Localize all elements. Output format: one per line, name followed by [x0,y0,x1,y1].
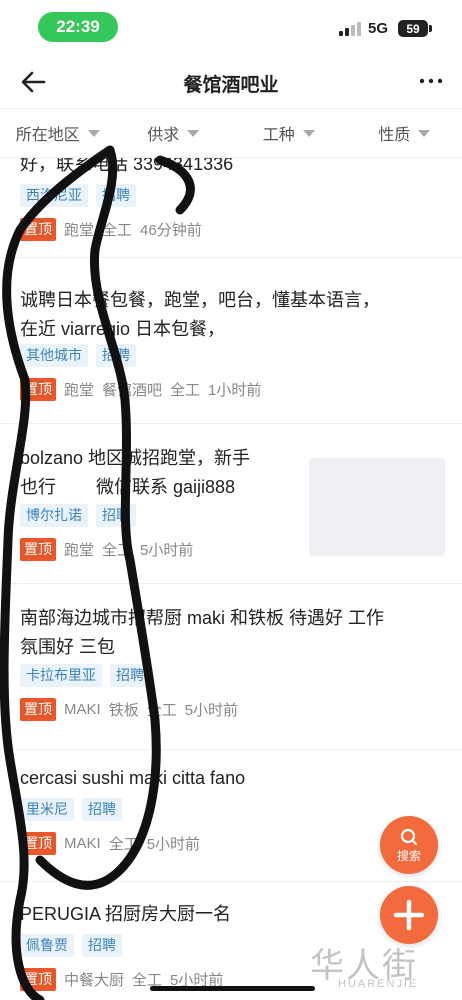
filter-region[interactable]: 所在地区 [0,109,116,157]
filter-label: 供求 [147,127,180,144]
listing-item[interactable]: 好，联系电话 3394341336 西洛尼亚 招聘 置顶 跑堂 全工 46分钟前 [0,158,462,258]
status-bar: 22:39 5G 59 [0,0,462,56]
listing-title-line: 也行 微信联系 gaiji888 [20,477,236,497]
battery-tip [429,25,432,32]
watermark-subtext: HUARENJIE [338,978,419,990]
meta-time: 46分钟前 [140,222,202,239]
more-options-icon[interactable] [416,66,446,96]
filter-nature[interactable]: 性质 [347,109,462,157]
listing-meta: 置顶 跑堂 全工 5小时前 [20,538,193,561]
type-tag[interactable]: 招聘 [82,798,122,821]
nav-bar: 餐馆酒吧业 [0,56,462,108]
add-post-fab[interactable] [380,886,438,944]
caret-down-icon [87,129,100,137]
listing-meta: 置顶 MAKI 全工 5小时前 [20,832,200,855]
type-tag[interactable]: 招聘 [96,184,136,207]
listing-title-line: cercasi sushi maki citta fano [20,768,246,788]
pinned-badge: 置顶 [20,218,56,241]
listing-title-line: 南部海边城市招帮厨 maki 和铁板 待遇好 工作 [20,608,385,628]
region-tag[interactable]: 卡拉布里亚 [20,664,102,687]
meta-field: 全工 [146,702,177,719]
listing-title-line: bolzano 地区诚招跑堂，新手 [20,448,251,468]
listing-title-line: 好，联系电话 3394341336 [20,158,234,174]
listing-meta: 置顶 跑堂 全工 46分钟前 [20,218,202,241]
type-tag[interactable]: 招聘 [96,344,136,367]
search-icon [400,828,418,845]
meta-time: 1小时前 [208,382,262,399]
meta-field: 跑堂 [64,542,95,559]
type-tag[interactable]: 招聘 [96,504,136,527]
signal-icon [339,22,361,36]
meta-field: 全工 [102,542,133,559]
meta-field: MAKI [64,835,101,852]
listing-item[interactable]: bolzano 地区诚招跑堂，新手 也行 微信联系 gaiji888 博尔扎诺 … [0,424,462,584]
listing-item[interactable]: 南部海边城市招帮厨 maki 和铁板 待遇好 工作 氛围好 三包 卡拉布里亚 招… [0,584,462,750]
pinned-badge: 置顶 [20,378,56,401]
listing-title-line: 在近 viarregio 日本包餐， [20,319,226,339]
listing-tags: 卡拉布里亚 招聘 [20,664,150,687]
listing-tags: 佩鲁贾 招聘 [20,934,122,957]
listing-list: 好，联系电话 3394341336 西洛尼亚 招聘 置顶 跑堂 全工 46分钟前… [0,158,462,1000]
meta-field: 跑堂 [64,382,95,399]
listing-title: 好，联系电话 3394341336 [20,158,233,179]
meta-time: 5小时前 [184,702,239,719]
meta-field: 铁板 [108,702,139,719]
status-time: 22:39 [38,12,118,42]
type-tag[interactable]: 招聘 [82,934,122,957]
listing-meta: 置顶 MAKI 铁板 全工 5小时前 [20,698,238,721]
listing-tags: 里米尼 招聘 [20,798,122,821]
meta-field: 跑堂 [64,222,95,239]
page-title: 餐馆酒吧业 [183,75,279,96]
type-tag[interactable]: 招聘 [110,664,150,687]
filter-label: 工种 [262,127,295,144]
filter-label: 所在地区 [15,127,80,144]
pinned-badge: 置顶 [20,968,56,991]
meta-time: 5小时前 [140,542,194,559]
region-tag[interactable]: 佩鲁贾 [20,934,74,957]
listing-meta: 置顶 跑堂 餐馆酒吧 全工 1小时前 [20,378,261,401]
region-tag[interactable]: 里米尼 [20,798,74,821]
meta-field: 餐馆酒吧 [102,382,163,399]
listing-title-line: 诚聘日本餐包餐，跑堂，吧台，懂基本语言， [20,290,380,310]
filter-bar: 所在地区 供求 工种 性质 [0,108,462,158]
battery-icon: 59 [398,20,428,37]
meta-field: 中餐大厨 [64,972,125,989]
watermark-logo: 华人街 HUARENJIE [310,938,450,996]
search-fab-label: 搜索 [396,848,421,863]
meta-field: 全工 [170,382,201,399]
listing-tags: 西洛尼亚 招聘 [20,184,136,207]
filter-label: 性质 [378,127,411,144]
listing-title-line: PERUGIA 招厨房大厨一名 [20,904,232,924]
listing-item[interactable]: 诚聘日本餐包餐，跑堂，吧台，懂基本语言， 在近 viarregio 日本包餐， … [0,258,462,424]
listing-title: cercasi sushi maki citta fano [20,764,245,793]
plus-icon [393,899,425,931]
listing-title: PERUGIA 招厨房大厨一名 [20,900,231,929]
pinned-badge: 置顶 [20,538,56,561]
listing-tags: 博尔扎诺 招聘 [20,504,136,527]
meta-field: 全工 [102,222,133,239]
pinned-badge: 置顶 [20,832,56,855]
caret-down-icon [302,129,315,137]
listing-title-line: 氛围好 三包 [20,637,116,657]
listing-thumbnail[interactable] [309,458,445,556]
filter-job-type[interactable]: 工种 [231,109,347,157]
region-tag[interactable]: 西洛尼亚 [20,184,88,207]
meta-time: 5小时前 [146,836,201,853]
pinned-badge: 置顶 [20,698,56,721]
home-indicator[interactable] [150,986,315,991]
listing-title: 南部海边城市招帮厨 maki 和铁板 待遇好 工作 氛围好 三包 [20,604,384,662]
caret-down-icon [418,129,431,137]
listing-title: 诚聘日本餐包餐，跑堂，吧台，懂基本语言， 在近 viarregio 日本包餐， [20,286,380,344]
search-fab[interactable]: 搜索 [380,816,438,874]
region-tag[interactable]: 其他城市 [20,344,88,367]
meta-field: 全工 [108,836,139,853]
listing-title: bolzano 地区诚招跑堂，新手 也行 微信联系 gaiji888 [20,444,250,502]
filter-supply-demand[interactable]: 供求 [116,109,232,157]
listing-tags: 其他城市 招聘 [20,344,136,367]
meta-field: MAKI [64,701,101,718]
network-label: 5G [368,20,389,37]
region-tag[interactable]: 博尔扎诺 [20,504,88,527]
caret-down-icon [187,129,200,137]
